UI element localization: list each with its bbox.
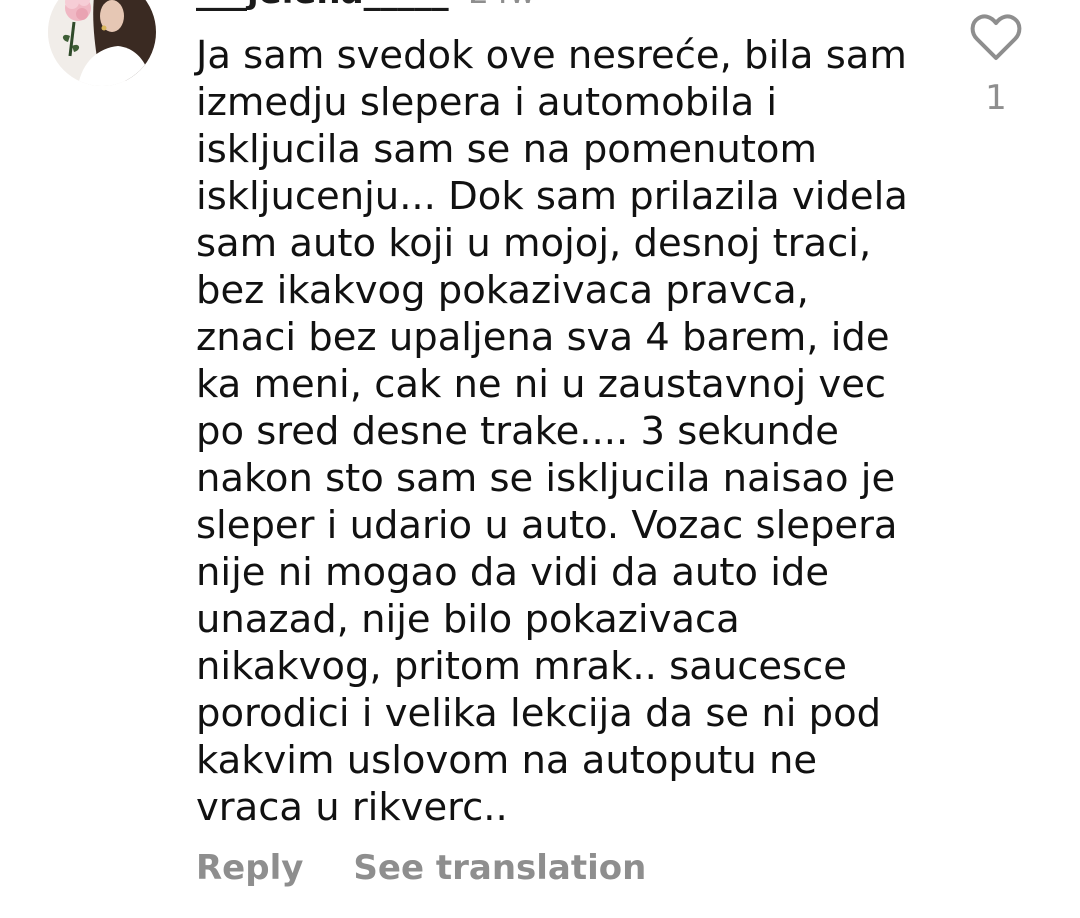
comment-timestamp: 24w bbox=[469, 0, 536, 10]
like-button[interactable] bbox=[970, 14, 1022, 62]
see-translation-button[interactable]: See translation bbox=[353, 845, 646, 891]
avatar-image bbox=[48, 0, 156, 86]
comment-text: Ja sam svedok ove nesreće, bila sam izme… bbox=[196, 33, 908, 830]
comment-header: ___jelena_____ 24w bbox=[196, 0, 535, 10]
heart-outline-icon bbox=[970, 14, 1022, 60]
avatar[interactable] bbox=[48, 0, 156, 86]
like-count: 1 bbox=[985, 78, 1007, 118]
comment-actions: Reply See translation bbox=[196, 845, 646, 891]
username[interactable]: ___jelena_____ bbox=[196, 0, 449, 10]
comment-item: ___jelena_____ 24w Ja sam svedok ove nes… bbox=[0, 0, 1080, 918]
reply-button[interactable]: Reply bbox=[196, 845, 303, 891]
